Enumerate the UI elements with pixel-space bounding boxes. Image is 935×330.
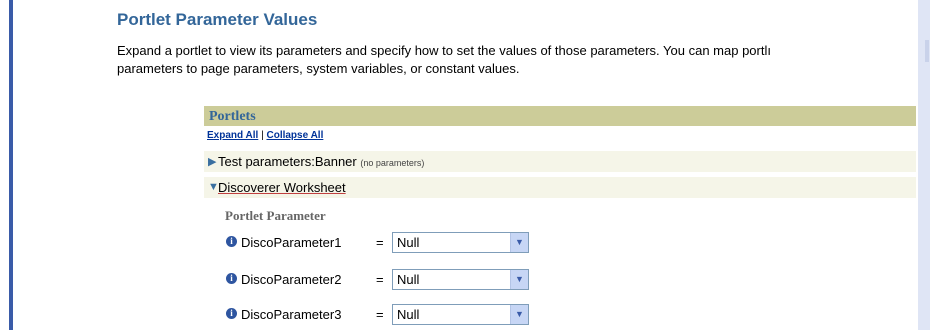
portlet-banner-name: Test parameters:Banner: [218, 154, 357, 169]
portlet-row-banner[interactable]: ▶ Test parameters:Banner (no parameters): [204, 151, 916, 172]
triangle-right-icon[interactable]: ▶: [208, 155, 216, 168]
parameter-name: DiscoParameter1: [241, 235, 342, 250]
parameter-value-select[interactable]: Null ▼: [392, 304, 529, 325]
collapse-all-link[interactable]: Collapse All: [266, 130, 323, 141]
left-frame-bar: [9, 0, 13, 330]
portlet-label-discoverer[interactable]: Discoverer Worksheet: [218, 180, 346, 195]
page-title: Portlet Parameter Values: [117, 10, 318, 29]
select-value: Null: [397, 272, 420, 287]
equals-sign: =: [376, 235, 384, 250]
page-description: Expand a portlet to view its parameters …: [117, 42, 917, 78]
parameter-value-select[interactable]: Null ▼: [392, 269, 529, 290]
description-line-1: Expand a portlet to view its parameters …: [117, 43, 771, 58]
chevron-down-icon[interactable]: ▼: [510, 233, 528, 252]
portlets-title: Portlets: [209, 109, 256, 124]
portlet-banner-note: (no parameters): [360, 158, 425, 168]
select-value: Null: [397, 307, 420, 322]
info-icon[interactable]: i: [226, 273, 237, 284]
chevron-down-icon[interactable]: ▼: [510, 270, 528, 289]
info-icon[interactable]: i: [226, 308, 237, 319]
equals-sign: =: [376, 307, 384, 322]
info-icon[interactable]: i: [226, 236, 237, 247]
portlet-label-banner: Test parameters:Banner (no parameters): [218, 154, 424, 169]
link-separator: |: [261, 130, 264, 141]
parameter-name: DiscoParameter2: [241, 272, 342, 287]
scrollbar-thumb[interactable]: [925, 40, 929, 62]
description-line-2: parameters to page parameters, system va…: [117, 61, 520, 76]
parameter-value-select[interactable]: Null ▼: [392, 232, 529, 253]
portlets-header: Portlets: [204, 106, 916, 126]
parameter-name: DiscoParameter3: [241, 307, 342, 322]
portlet-parameter-header: Portlet Parameter: [225, 208, 326, 223]
expand-all-link[interactable]: Expand All: [207, 130, 258, 141]
portlet-row-discoverer[interactable]: ▼ Discoverer Worksheet: [204, 177, 916, 198]
chevron-down-icon[interactable]: ▼: [510, 305, 528, 324]
equals-sign: =: [376, 272, 384, 287]
expand-collapse-links: Expand All | Collapse All: [207, 130, 323, 141]
select-value: Null: [397, 235, 420, 250]
